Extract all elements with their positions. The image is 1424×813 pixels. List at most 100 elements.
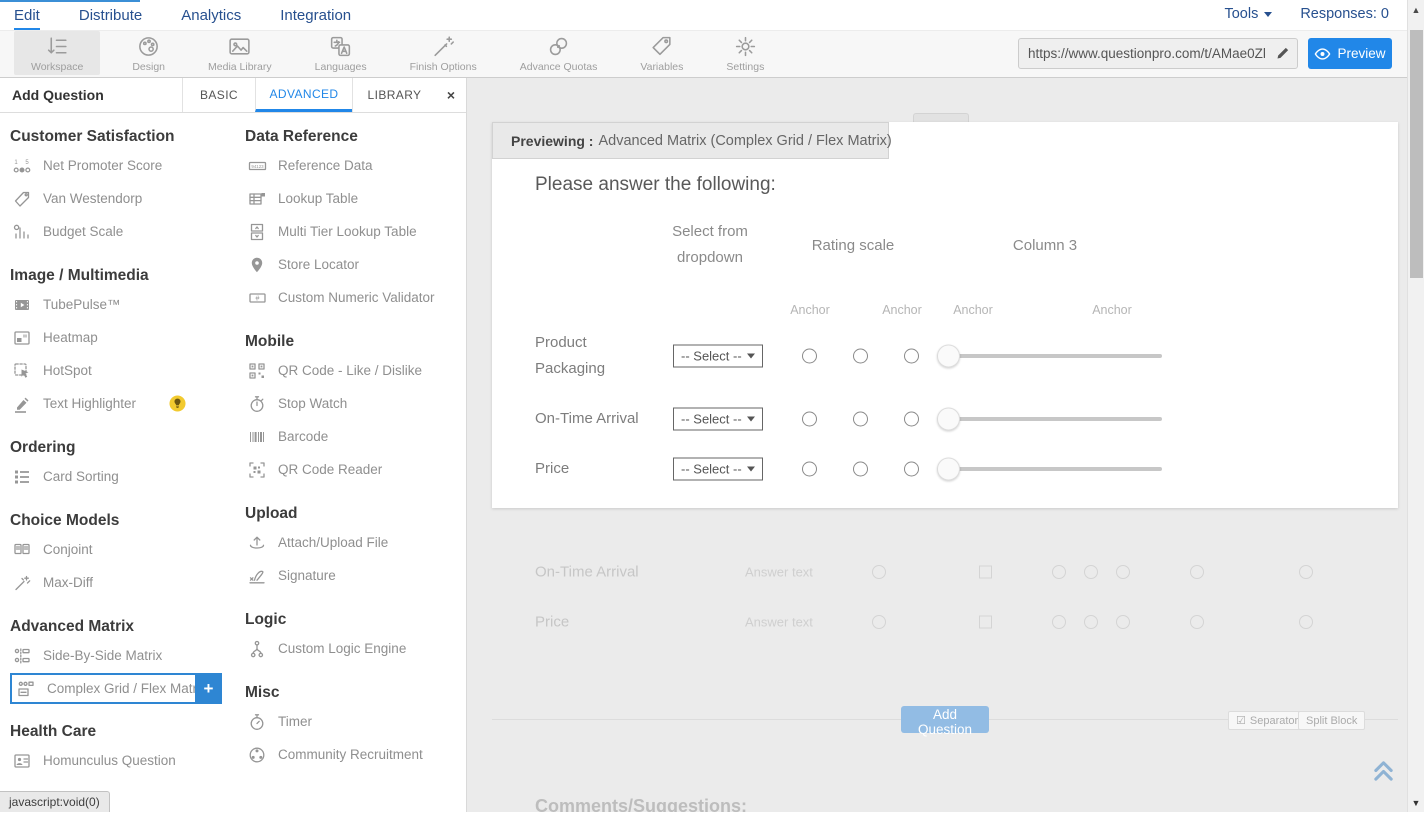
question-type-card-sorting[interactable]: Card Sorting — [10, 460, 245, 493]
nav-tab-analytics[interactable]: Analytics — [181, 3, 241, 30]
svg-text:5: 5 — [25, 160, 29, 166]
question-type-tubepulse[interactable]: TubePulse™ — [10, 288, 245, 321]
editor-radio[interactable] — [1299, 565, 1313, 579]
nav-tab-distribute[interactable]: Distribute — [79, 3, 142, 30]
separator-toggle-button[interactable]: ☑ Separator — [1228, 711, 1306, 730]
toolbar-button-settings[interactable]: Settings — [715, 30, 775, 77]
question-type-qr-code-like-dislike[interactable]: QR Code - Like / Dislike — [245, 354, 465, 387]
tools-label: Tools — [1224, 6, 1258, 22]
question-type-qr-code-reader[interactable]: QR Code Reader — [245, 453, 465, 486]
scroll-to-top-button[interactable] — [1372, 758, 1395, 788]
question-type-reference-data[interactable]: 94123Reference Data — [245, 149, 465, 182]
panel-tab-library[interactable]: LIBRARY — [352, 78, 436, 112]
rating-radio[interactable] — [904, 349, 919, 364]
question-type-max-diff[interactable]: Max-Diff — [10, 566, 245, 599]
slider-handle[interactable] — [937, 345, 960, 368]
question-type-custom-logic-engine[interactable]: Custom Logic Engine — [245, 632, 465, 665]
question-type-attach-upload-file[interactable]: Attach/Upload File — [245, 526, 465, 559]
question-type-barcode[interactable]: Barcode — [245, 420, 465, 453]
question-type-complex-grid-flex-matrix[interactable]: Complex Grid / Flex Matrix+ — [10, 673, 222, 704]
panel-tab-advanced[interactable]: ADVANCED — [255, 78, 352, 112]
toolbar-button-label: Advance Quotas — [520, 61, 598, 73]
question-type-community-recruitment[interactable]: Community Recruitment — [245, 738, 465, 771]
question-type-text-highlighter[interactable]: Text Highlighter — [10, 387, 245, 420]
editor-radio[interactable] — [872, 615, 886, 629]
editor-radio[interactable] — [1299, 615, 1313, 629]
toolbar-button-advance-quotas[interactable]: Advance Quotas — [509, 30, 609, 77]
rating-radio[interactable] — [904, 412, 919, 427]
card-sorting-icon — [12, 468, 32, 486]
window-scrollbar[interactable]: ▲ ▼ — [1407, 0, 1424, 812]
question-type-conjoint[interactable]: Conjoint — [10, 533, 245, 566]
nav-tab-integration[interactable]: Integration — [280, 3, 351, 30]
toolbar-button-media-library[interactable]: Media Library — [197, 30, 283, 77]
scrollbar-down-arrow-icon[interactable]: ▼ — [1408, 795, 1424, 810]
matrix-select-dropdown[interactable]: -- Select -- — [673, 345, 763, 368]
toolbar-button-design[interactable]: Design — [121, 30, 176, 77]
toolbar-button-variables[interactable]: Variables — [629, 30, 694, 77]
slider-track[interactable] — [937, 417, 1162, 421]
editor-radio[interactable] — [1190, 615, 1204, 629]
edit-url-button[interactable] — [1267, 39, 1297, 68]
editor-radio[interactable] — [1084, 615, 1098, 629]
nav-right-group: Tools Responses: 0 — [1224, 0, 1389, 28]
question-type-multi-tier-lookup-table[interactable]: Multi Tier Lookup Table — [245, 215, 465, 248]
question-type-label: Custom Logic Engine — [278, 641, 406, 656]
preview-button[interactable]: Preview — [1308, 38, 1392, 69]
slider-track[interactable] — [937, 467, 1162, 471]
add-selected-question-button[interactable]: + — [195, 673, 222, 704]
scrollbar-thumb[interactable] — [1410, 30, 1423, 278]
question-type-hotspot[interactable]: HotSpot — [10, 354, 245, 387]
rating-radio[interactable] — [802, 412, 817, 427]
rating-radio[interactable] — [802, 462, 817, 477]
editor-checkbox[interactable] — [979, 616, 992, 629]
toolbar-button-languages[interactable]: Languages — [304, 30, 378, 77]
survey-url-input[interactable] — [1019, 46, 1267, 61]
matrix-select-dropdown[interactable]: -- Select -- — [673, 408, 763, 431]
toolbar-button-workspace[interactable]: Workspace — [14, 31, 100, 75]
top-navigation-bar: Edit Distribute Analytics Integration Tools… — [0, 0, 1407, 31]
question-type-lookup-table[interactable]: Lookup Table — [245, 182, 465, 215]
chevron-down-icon — [747, 467, 755, 472]
question-type-timer[interactable]: Timer — [245, 705, 465, 738]
editor-radio[interactable] — [1052, 565, 1066, 579]
question-type-budget-scale[interactable]: Budget Scale — [10, 215, 245, 248]
question-type-heatmap[interactable]: Heatmap — [10, 321, 245, 354]
toolbar-button-finish-options[interactable]: Finish Options — [399, 30, 488, 77]
close-panel-button[interactable]: × — [436, 78, 466, 112]
rating-radio[interactable] — [853, 349, 868, 364]
question-type-side-by-side-matrix[interactable]: Side-By-Side Matrix — [10, 639, 245, 672]
slider-handle[interactable] — [937, 408, 960, 431]
rating-radio[interactable] — [802, 349, 817, 364]
editor-radio[interactable] — [1052, 615, 1066, 629]
editor-radio[interactable] — [1116, 615, 1130, 629]
rating-radio[interactable] — [853, 412, 868, 427]
question-type-homunculus-question[interactable]: Homunculus Question — [10, 744, 245, 777]
split-block-button[interactable]: Split Block — [1298, 711, 1365, 730]
nav-tab-edit[interactable]: Edit — [14, 3, 40, 30]
question-type-custom-numeric-validator[interactable]: #Custom Numeric Validator — [245, 281, 465, 314]
editor-radio[interactable] — [1116, 565, 1130, 579]
add-question-button[interactable]: Add Question — [901, 706, 989, 733]
rating-radio[interactable] — [904, 462, 919, 477]
matrix-row-product-packaging: Product Packaging -- Select -- — [492, 328, 1398, 384]
question-type-store-locator[interactable]: Store Locator — [245, 248, 465, 281]
panel-tab-basic[interactable]: BASIC — [182, 78, 255, 112]
question-type-stop-watch[interactable]: Stop Watch — [245, 387, 465, 420]
matrix-select-dropdown[interactable]: -- Select -- — [673, 458, 763, 481]
question-type-signature[interactable]: Signature — [245, 559, 465, 592]
slider-track[interactable] — [937, 354, 1162, 358]
question-type-net-promoter-score[interactable]: 15Net Promoter Score — [10, 149, 245, 182]
anchor-label-4: Anchor — [1077, 303, 1147, 317]
editor-radio[interactable] — [1190, 565, 1204, 579]
matrix-column-header-3: Column 3 — [985, 233, 1105, 259]
editor-radio[interactable] — [1084, 565, 1098, 579]
question-type-van-westendorp[interactable]: Van Westendorp — [10, 182, 245, 215]
editor-checkbox[interactable] — [979, 566, 992, 579]
responses-count[interactable]: Responses: 0 — [1300, 6, 1389, 22]
scrollbar-up-arrow-icon[interactable]: ▲ — [1408, 2, 1424, 17]
editor-radio[interactable] — [872, 565, 886, 579]
rating-radio[interactable] — [853, 462, 868, 477]
tools-menu[interactable]: Tools — [1224, 6, 1272, 22]
slider-handle[interactable] — [937, 458, 960, 481]
